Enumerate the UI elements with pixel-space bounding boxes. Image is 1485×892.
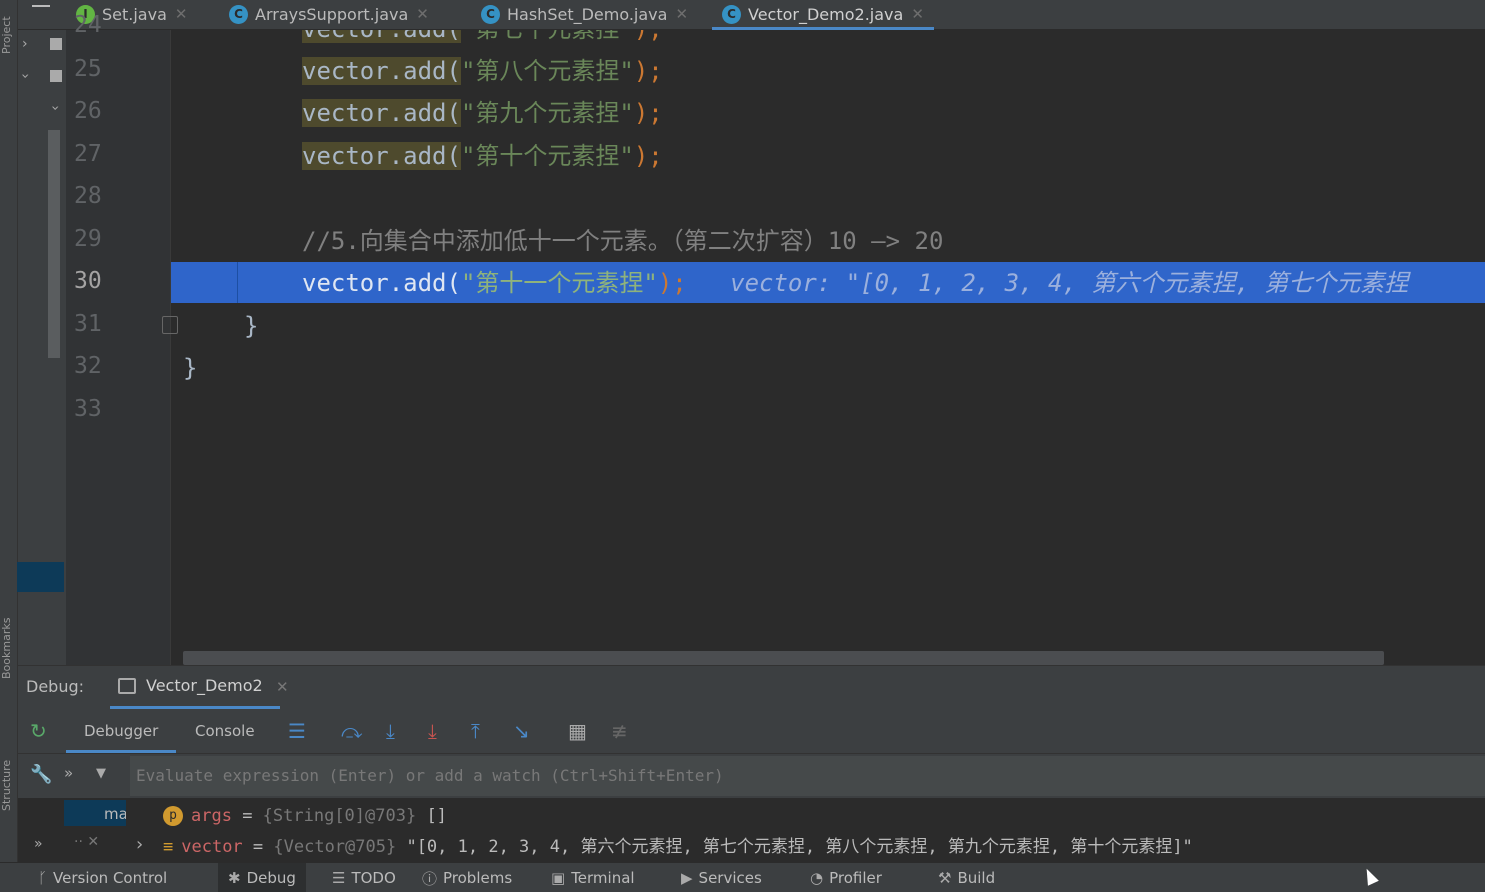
line-number: 33 [74, 396, 102, 422]
line-number: 25 [74, 56, 102, 82]
debug-panel-header: Debug: Vector_Demo2 ✕ [18, 665, 1485, 709]
tab-vector-demo2-java[interactable]: C Vector_Demo2.java ✕ [712, 0, 934, 30]
class-icon: C [722, 4, 741, 24]
step-out-icon[interactable]: ⤒ [471, 719, 480, 743]
bookmarks-tool-tab[interactable]: Bookmarks [0, 598, 18, 698]
code-line-24: vector.add("第七个元素捏"); [302, 30, 663, 50]
debug-button[interactable]: ✱ Debug [218, 863, 306, 892]
tool-window-bar: ᚴ Version Control ✱ Debug ☰ TODO ⓘ Problems … [0, 862, 1485, 892]
code-editor[interactable]: vector.add("第七个元素捏"); vector.add("第八个元素捏… [171, 30, 1485, 665]
code-line-26: vector.add("第九个元素捏"); [302, 99, 663, 127]
minimize-icon[interactable] [32, 5, 50, 7]
project-selected-item[interactable] [17, 562, 64, 592]
code-line-27: vector.add("第十个元素捏"); [302, 142, 663, 170]
folder-icon [50, 38, 62, 50]
parameter-icon: p [163, 806, 183, 826]
class-icon: C [481, 4, 500, 24]
list-icon: ☰ [332, 869, 346, 887]
tab-arrayssupport-java[interactable]: C ArraysSupport.java ✕ [229, 0, 429, 28]
project-tool-tab[interactable]: Project [0, 0, 18, 70]
menu-icon[interactable]: ☰ [288, 719, 306, 743]
play-icon: ▶ [681, 869, 693, 887]
chevron-down-icon[interactable]: › [47, 105, 63, 111]
expand-more-icon[interactable]: » [34, 836, 43, 852]
alert-icon: ⓘ [422, 869, 438, 888]
tab-label: ArraysSupport.java [255, 4, 409, 24]
debug-label: Debug: [26, 677, 85, 696]
problems-button[interactable]: ⓘ Problems [422, 863, 512, 892]
close-icon[interactable]: ✕ [911, 5, 924, 23]
tab-console[interactable]: Console [195, 709, 255, 753]
left-tool-strip: Project Bookmarks Structure [0, 0, 18, 892]
chevron-down-icon[interactable]: › [17, 73, 33, 79]
wrench-icon[interactable]: 🔧 [30, 764, 52, 785]
frame-list-item[interactable]: ma [64, 800, 126, 826]
force-step-into-icon[interactable]: ⤓ [428, 719, 437, 743]
debugger-toolbar: ↻ Debugger Console ☰ ⤼ ⤓ ⤓ ⤒ ↘ ▦ ≢ [18, 709, 1485, 754]
line-number: 27 [74, 141, 102, 167]
debug-session-tab[interactable]: Vector_Demo2 [146, 676, 263, 695]
step-over-icon[interactable]: ⤼ [341, 719, 362, 743]
line-number: 28 [74, 183, 102, 209]
project-scrollbar[interactable] [48, 130, 60, 358]
services-button[interactable]: ▶ Services [681, 863, 762, 892]
line-number-gutter [66, 30, 171, 665]
class-icon: C [229, 4, 248, 24]
profiler-button[interactable]: ◔ Profiler [810, 863, 882, 892]
todo-button[interactable]: ☰ TODO [332, 863, 396, 892]
closing-brace: } [183, 354, 198, 382]
variable-row-args[interactable]: p args = {String[0]@703} [] [163, 802, 447, 830]
session-icon [118, 678, 136, 694]
branch-icon: ᚴ [38, 869, 48, 887]
hammer-icon: ⚒ [938, 869, 952, 887]
line-number: 26 [74, 98, 102, 124]
bug-icon: ✱ [228, 869, 241, 887]
close-icon[interactable]: ✕ [175, 5, 188, 23]
close-icon[interactable]: ·· ✕ [74, 834, 99, 850]
gauge-icon: ◔ [810, 869, 824, 887]
version-control-button[interactable]: ᚴ Version Control [38, 863, 167, 892]
terminal-icon: ▣ [551, 869, 566, 887]
terminal-button[interactable]: ▣ Terminal [551, 863, 635, 892]
editor-tab-bar: I Set.java ✕ C ArraysSupport.java ✕ C Ha… [18, 0, 1485, 30]
tab-hashset-demo-java[interactable]: C HashSet_Demo.java ✕ [481, 0, 688, 28]
chevron-right-icon[interactable]: › [22, 36, 28, 52]
structure-tool-tab[interactable]: Structure [0, 735, 18, 835]
variables-panel: ma » ·· ✕ p args = {String[0]@703} [] › ≡… [18, 798, 1485, 860]
line-number: 24 [74, 12, 102, 38]
tab-debugger[interactable]: Debugger [65, 709, 177, 753]
chevron-right-icon[interactable]: › [136, 834, 143, 855]
folder-icon [50, 70, 62, 82]
field-icon: ≡ [163, 837, 174, 857]
line-number: 31 [74, 311, 102, 337]
evaluate-expression-input[interactable]: Evaluate expression (Enter) or add a wat… [130, 756, 1485, 796]
rerun-icon[interactable]: ↻ [30, 719, 47, 743]
step-into-icon[interactable]: ⤓ [386, 719, 395, 743]
closing-brace: } [244, 312, 259, 340]
line-number-current: 30 [74, 268, 102, 294]
code-line-30-exec: vector.add("第十一个元素捏"); vector: "[0, 1, 2… [302, 269, 1409, 297]
trace-icon[interactable]: ≢ [611, 719, 628, 743]
line-number: 29 [74, 226, 102, 252]
watch-row: 🔧 » ▼ Evaluate expression (Enter) or add… [18, 754, 1485, 798]
close-icon[interactable]: ✕ [416, 5, 429, 23]
tab-label: HashSet_Demo.java [507, 4, 668, 24]
build-button[interactable]: ⚒ Build [938, 863, 995, 892]
close-icon[interactable]: ✕ [675, 5, 688, 23]
expand-more-icon[interactable]: » [64, 764, 73, 782]
run-to-cursor-icon[interactable]: ↘ [513, 719, 530, 743]
chevron-down-icon[interactable]: ▼ [96, 766, 106, 781]
close-icon[interactable]: ✕ [276, 678, 289, 696]
code-comment-line-29: //5.向集合中添加低十一个元素。（第二次扩容）10 —> 20 [302, 227, 944, 255]
line-number: 32 [74, 353, 102, 379]
evaluate-icon[interactable]: ▦ [568, 719, 587, 743]
tab-label: Vector_Demo2.java [748, 4, 904, 24]
inline-debug-value: vector: "[0, 1, 2, 3, 4, 第六个元素捏, 第七个元素捏 [730, 269, 1409, 297]
variable-row-vector[interactable]: ≡ vector = {Vector@705} "[0, 1, 2, 3, 4, … [163, 833, 1193, 861]
code-line-25: vector.add("第八个元素捏"); [302, 57, 663, 85]
editor-horizontal-scrollbar[interactable] [183, 651, 1384, 665]
